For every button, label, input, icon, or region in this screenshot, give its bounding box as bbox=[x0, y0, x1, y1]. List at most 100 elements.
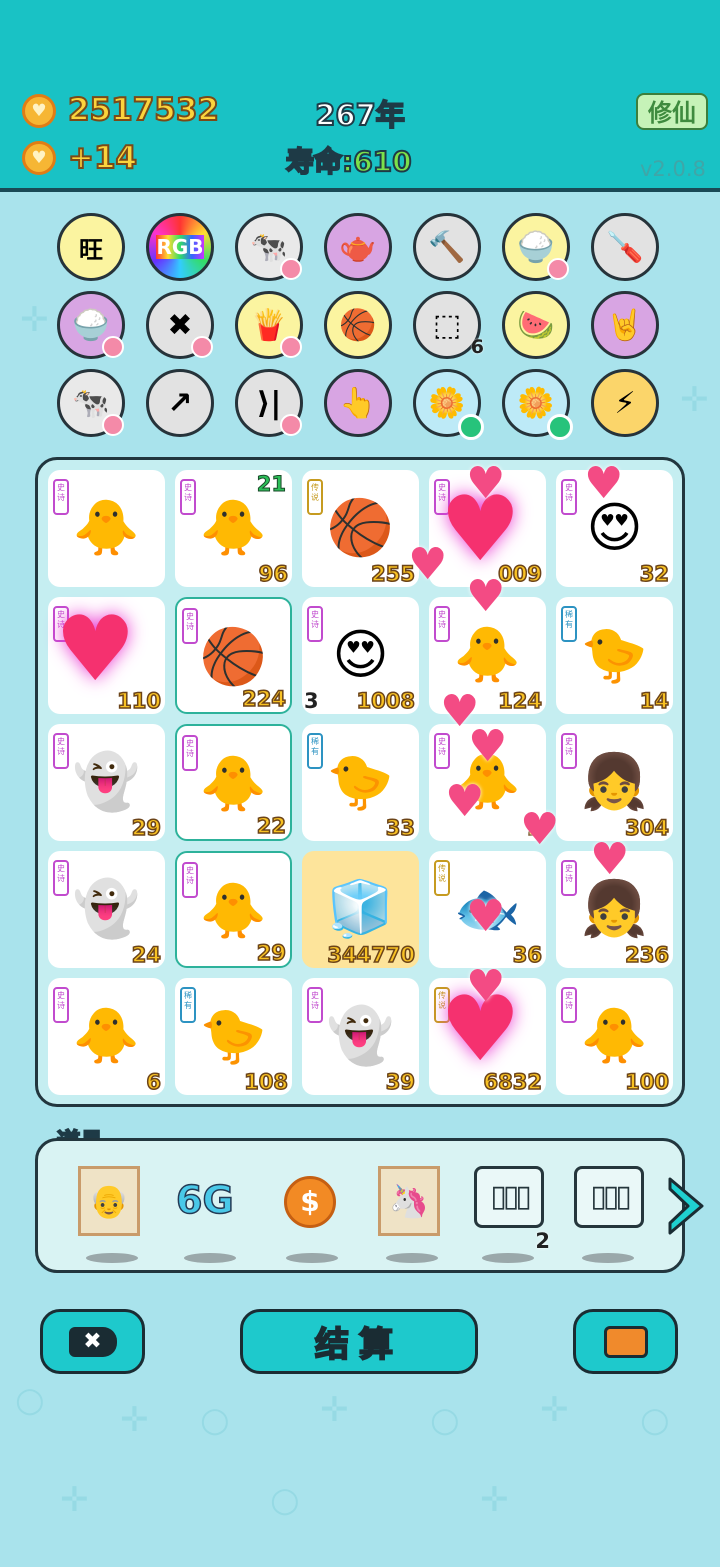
fries-symbol[interactable]: 🍟 bbox=[235, 291, 303, 359]
items-panel: 👴 6G $ 🦄 ▯▯▯ 2 ▯▯▯ bbox=[35, 1138, 685, 1273]
settle-button[interactable]: 结算 bbox=[240, 1309, 478, 1374]
cell-value: 24 bbox=[131, 942, 162, 968]
unicorn-portrait-item-icon: 🦄 bbox=[378, 1166, 440, 1236]
cows-symbol-glyph: 🐄 bbox=[250, 229, 288, 265]
wang-symbol-glyph: 旺 bbox=[79, 235, 103, 264]
item-shadow bbox=[482, 1253, 534, 1263]
board-cell[interactable]: 稀有 🐤 33 bbox=[302, 724, 419, 841]
cell-symbol: 🧊 bbox=[326, 877, 395, 940]
heart-icon: ♥ bbox=[468, 721, 508, 772]
heart-badge-icon bbox=[280, 258, 302, 280]
screwdriver-symbol[interactable]: 🪛 bbox=[591, 213, 659, 281]
rock-hand-symbol[interactable]: 🤘 bbox=[591, 291, 659, 359]
cell-symbol: 🐥 bbox=[72, 496, 141, 559]
lightning-symbol[interactable]: ⚡ bbox=[591, 369, 659, 437]
board-cell[interactable]: 传说 🏀 255 bbox=[302, 470, 419, 587]
coin-rate-icon bbox=[22, 141, 56, 175]
cell-symbol: 😍 bbox=[332, 623, 389, 686]
items-next-arrow[interactable] bbox=[666, 1175, 706, 1237]
status-dot bbox=[458, 414, 484, 440]
life-label: 寿命: bbox=[285, 144, 354, 179]
cell-value: 124 bbox=[497, 688, 542, 714]
cell-value: 33 bbox=[385, 815, 416, 841]
board-cell[interactable]: 史诗 🐥 22 bbox=[175, 724, 292, 841]
cows-symbol[interactable]: 🐄 bbox=[235, 213, 303, 281]
board-cell[interactable]: 史诗 👧 304 bbox=[556, 724, 673, 841]
flower-pot-symbol-2[interactable]: 🌼 bbox=[502, 369, 573, 440]
item-shadow bbox=[286, 1253, 338, 1263]
cell-symbol: 🐥 bbox=[199, 752, 268, 815]
three-slots-item[interactable]: ▯▯▯ 2 bbox=[474, 1166, 550, 1263]
hammer-symbol[interactable]: 🔨 bbox=[413, 213, 481, 281]
board-cell[interactable]: 史诗 😍 3 1008 bbox=[302, 597, 419, 714]
unicorn-portrait-item[interactable]: 🦄 bbox=[378, 1166, 448, 1263]
inventory-button[interactable] bbox=[573, 1309, 678, 1374]
cell-symbol: 🐤 bbox=[580, 623, 649, 686]
flower-pot-symbol[interactable]: 🌼 bbox=[413, 369, 484, 440]
version-label: v2.0.8 bbox=[640, 157, 706, 181]
remove-button[interactable]: ✖ bbox=[40, 1309, 145, 1374]
rice-bowl-symbol-2[interactable]: 🍚 bbox=[57, 291, 125, 359]
6g-item-icon: 6G bbox=[175, 1177, 234, 1223]
egg-tray-symbol-glyph: ⬚ bbox=[432, 307, 462, 343]
board-cell[interactable]: 史诗 🏀 224 bbox=[175, 597, 292, 714]
board-cell[interactable]: 史诗 👻 24 bbox=[48, 851, 165, 968]
cell-value: 344770 bbox=[327, 942, 416, 968]
cell-value: 29 bbox=[256, 940, 287, 966]
board-cell[interactable]: 史诗 🐥 29 bbox=[175, 851, 292, 968]
lightning-symbol-glyph: ⚡ bbox=[614, 385, 636, 421]
gravy-boat-symbol[interactable]: 🫖 bbox=[324, 213, 392, 281]
game-board: 史诗 🐥 史诗 🐥 21 96 传说 🏀 255 史诗 009 史诗 😍 32 史诗 110 史诗 🏀 224 史诗 😍… bbox=[35, 457, 685, 1107]
board-cell[interactable]: 史诗 🐥 100 bbox=[556, 978, 673, 1095]
cell-value: 108 bbox=[243, 1069, 288, 1095]
board-cell[interactable]: 史诗 🐥 6 bbox=[48, 978, 165, 1095]
cows-symbol-2[interactable]: 🐄 bbox=[57, 369, 125, 437]
cell-symbol: 🐤 bbox=[326, 750, 395, 813]
coin-total: 2517532 bbox=[67, 91, 220, 129]
board-cell[interactable]: 史诗 👻 29 bbox=[48, 724, 165, 841]
rock-hand-symbol-glyph: 🤘 bbox=[606, 307, 644, 343]
cell-symbol: 🏀 bbox=[326, 496, 395, 559]
coin-icon bbox=[22, 94, 56, 128]
rare-slots-item[interactable]: ▯▯▯ bbox=[574, 1166, 644, 1263]
glowing-heart-icon: ♥ bbox=[55, 597, 136, 702]
gravy-boat-symbol-glyph: 🫖 bbox=[339, 229, 377, 265]
heart-badge-icon bbox=[280, 336, 302, 358]
board-cell[interactable]: 🧊 344770 bbox=[302, 851, 419, 968]
egg-tray-symbol[interactable]: ⬚ 6 bbox=[413, 291, 484, 359]
basketballs-symbol[interactable]: 🏀 bbox=[324, 291, 392, 359]
cell-value: 14 bbox=[639, 688, 670, 714]
dollar-coin-item-icon: $ bbox=[284, 1176, 336, 1228]
year-counter: 267年 bbox=[314, 97, 406, 133]
board-cell[interactable]: 稀有 🐤 108 bbox=[175, 978, 292, 1095]
cell-symbol: 🐤 bbox=[199, 1004, 268, 1067]
rice-bowl-symbol[interactable]: 🍚 bbox=[502, 213, 570, 281]
wang-symbol[interactable]: 旺 bbox=[57, 213, 125, 281]
rgb-symbol[interactable]: RGB bbox=[146, 213, 214, 281]
cell-value: 236 bbox=[624, 942, 669, 968]
fruit-basket-symbol[interactable]: 🍉 bbox=[502, 291, 570, 359]
dollar-coin-item[interactable]: $ bbox=[278, 1166, 348, 1263]
item-shadow bbox=[184, 1253, 236, 1263]
cell-symbol: 👻 bbox=[72, 877, 141, 940]
pointer-symbol[interactable]: 👆 bbox=[324, 369, 392, 437]
cell-value: 32 bbox=[639, 561, 670, 587]
item-shadow bbox=[386, 1253, 438, 1263]
board-cell[interactable]: 史诗 🐥 bbox=[48, 470, 165, 587]
board-cell[interactable]: 史诗 🐥 21 96 bbox=[175, 470, 292, 587]
cell-value: 304 bbox=[624, 815, 669, 841]
board-cell[interactable]: 史诗 👻 39 bbox=[302, 978, 419, 1095]
cell-value: 1008 bbox=[356, 688, 416, 714]
delete-tag-symbol[interactable]: ✖ bbox=[146, 291, 214, 359]
skip-symbol[interactable]: ⟩| bbox=[235, 369, 303, 437]
pointer-symbol-glyph: 👆 bbox=[339, 385, 377, 421]
grandpa-portrait-item[interactable]: 👴 bbox=[78, 1166, 148, 1263]
heart-icon: ♥ bbox=[408, 539, 448, 590]
6g-item[interactable]: 6G bbox=[175, 1166, 246, 1263]
arrow-card-symbol[interactable]: ↗ bbox=[146, 369, 214, 437]
flower-pot-symbol-glyph: 🌼 bbox=[428, 385, 466, 421]
delete-tag-symbol-glyph: ✖ bbox=[167, 307, 193, 343]
cell-value: 39 bbox=[385, 1069, 416, 1095]
board-cell[interactable]: 稀有 🐤 14 bbox=[556, 597, 673, 714]
xiuxian-button[interactable]: 修仙 bbox=[636, 93, 708, 130]
